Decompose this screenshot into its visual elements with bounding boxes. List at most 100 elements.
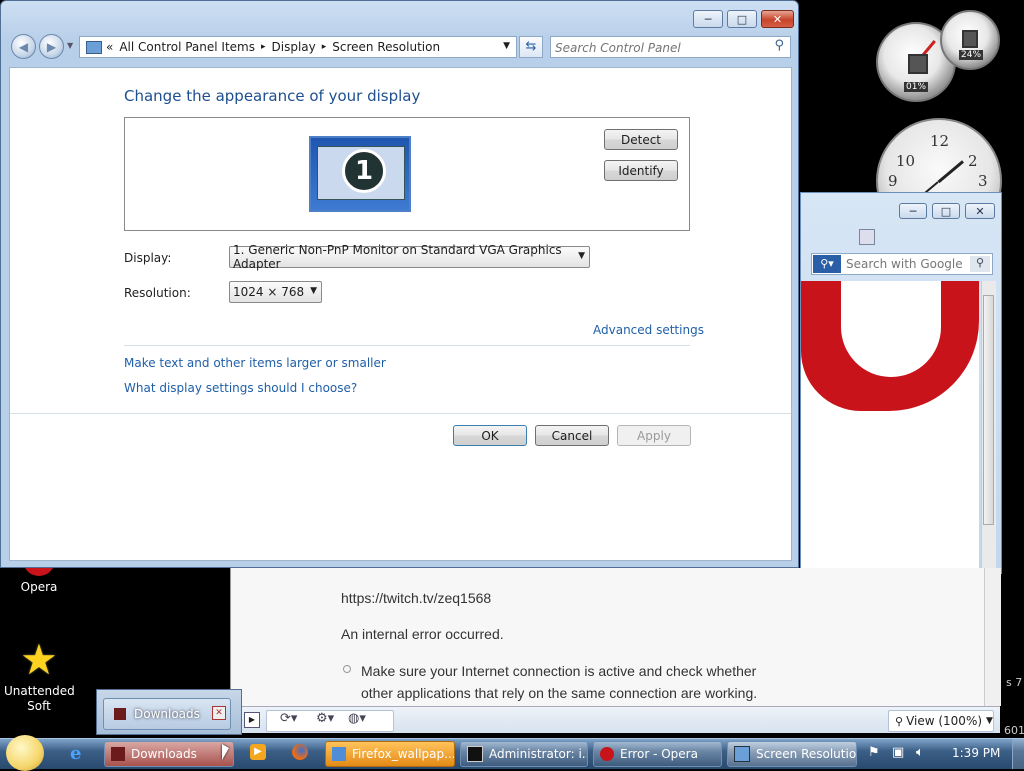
error-message: An internal error occurred. (341, 626, 504, 642)
monitor-preview-area: 1 Detect Identify (124, 117, 690, 231)
downloads-icon (114, 708, 126, 720)
chevron-down-icon: ▼ (310, 286, 317, 296)
search-icon[interactable]: ⚲ (970, 256, 990, 272)
display-help-link[interactable]: What display settings should I choose? (124, 381, 357, 395)
media-player-icon[interactable]: ▶ (250, 744, 266, 760)
back-button[interactable]: ◀ (11, 34, 36, 59)
opera-scrollbar[interactable] (981, 281, 996, 571)
panel-toggle-icon[interactable]: ▶ (244, 712, 260, 728)
opera-page (801, 281, 979, 571)
downloads-thumbnail-popup[interactable]: Downloads ✕ (96, 689, 242, 735)
taskbar-item-downloads[interactable]: Downloads (104, 741, 234, 767)
clock-number-2: 2 (968, 152, 978, 170)
taskbar-item-screen-resolution[interactable]: Screen Resolution (727, 741, 857, 767)
taskbar-item-opera[interactable]: Error - Opera (593, 741, 722, 767)
opera-search-placeholder: Search with Google (846, 257, 963, 271)
apply-button[interactable]: Apply (617, 425, 691, 446)
volume-muted-icon[interactable]: 🔈︎ (916, 745, 924, 760)
close-icon[interactable]: ✕ (212, 706, 226, 720)
desktop-icon-unattended-soft[interactable]: ★ Unattended Soft (4, 635, 75, 714)
downloads-icon (111, 747, 125, 761)
control-panel-icon (86, 40, 102, 54)
opera-logo-icon (600, 747, 614, 761)
opera-search-field[interactable]: ⚲▾ Search with Google ⚲ (811, 253, 993, 275)
recent-pages-icon[interactable]: ▼ (67, 41, 73, 50)
zoom-icon: ⚲ (895, 714, 904, 728)
address-bar[interactable]: « All Control Panel Items ▸ Display ▸ Sc… (79, 36, 517, 58)
cancel-button[interactable]: Cancel (535, 425, 609, 446)
search-icon[interactable]: ⚲ (774, 38, 784, 53)
advanced-settings-link[interactable]: Advanced settings (593, 323, 704, 337)
memory-meter-gadget[interactable]: 24% (940, 10, 1000, 70)
resolution-label: Resolution: (124, 286, 191, 300)
divider (124, 345, 690, 346)
opera-close-button[interactable]: ✕ (965, 203, 995, 219)
clock-hand-hour-icon (937, 160, 964, 184)
opera-tab-icon[interactable] (859, 229, 875, 245)
opera-logo-inner (841, 281, 941, 377)
downloads-popup-inner: Downloads ✕ (103, 698, 231, 730)
chevron-down-icon: ▼ (578, 251, 585, 261)
opera-minimize-button[interactable]: ─ (899, 203, 927, 219)
minimize-button[interactable]: ─ (693, 10, 723, 28)
sync-icon[interactable]: ⟳▾ (280, 711, 297, 726)
memory-chip-icon (962, 30, 978, 48)
search-engine-icon[interactable]: ⚲▾ (813, 255, 841, 273)
memory-percent: 24% (959, 50, 984, 60)
monitor-1-icon[interactable]: 1 (309, 136, 411, 212)
turbo-icon[interactable]: ◍▾ (348, 711, 366, 726)
address-prefix[interactable]: « (106, 40, 113, 54)
monitor-number-circle: 1 (342, 149, 386, 193)
search-control-panel[interactable]: ⚲ (550, 36, 791, 58)
downloads-popup-label: Downloads (134, 707, 200, 721)
breadcrumb-display[interactable]: Display (272, 40, 316, 54)
firefox-icon[interactable] (292, 744, 308, 760)
start-button[interactable] (6, 735, 44, 771)
breadcrumb-separator[interactable]: ▸ (322, 42, 327, 52)
breadcrumb-separator[interactable]: ▸ (261, 42, 266, 52)
clock-number-3: 3 (978, 172, 988, 190)
ok-button[interactable]: OK (453, 425, 527, 446)
desktop-icon-label: Opera (20, 580, 58, 594)
mouse-cursor-icon (222, 744, 229, 760)
opera-maximize-button[interactable]: □ (932, 203, 960, 219)
display-select[interactable]: 1. Generic Non-PnP Monitor on Standard V… (229, 243, 590, 271)
edge-text-1: s 7 (1006, 676, 1023, 689)
resolution-value: 1024 × 768 (233, 285, 305, 299)
command-prompt-icon (467, 746, 483, 762)
address-dropdown-icon[interactable]: ▼ (503, 41, 510, 51)
chevron-down-icon: ▼ (986, 716, 993, 726)
maximize-button[interactable]: □ (727, 10, 757, 28)
monitor-screen-window: 1 (317, 146, 405, 200)
taskbar-clock[interactable]: 1:39 PM (952, 746, 1000, 760)
breadcrumb-all-items[interactable]: All Control Panel Items (119, 40, 255, 54)
monitor-number: 1 (354, 156, 374, 186)
edge-text-2: 601 (1004, 724, 1024, 737)
forward-button[interactable]: ▶ (39, 34, 64, 59)
close-button[interactable]: ✕ (761, 10, 794, 28)
zoom-control[interactable]: ⚲ View (100%) ▼ (888, 710, 994, 732)
search-input[interactable] (553, 38, 767, 57)
internet-explorer-icon[interactable]: e (70, 743, 81, 764)
zoom-label: View (100%) (906, 714, 983, 728)
taskbar-item-label: Screen Resolution (756, 747, 857, 761)
refresh-button[interactable]: ⇆ (519, 36, 543, 58)
bullet-icon (343, 665, 351, 673)
identify-button[interactable]: Identify (604, 160, 678, 181)
scrollbar-thumb[interactable] (983, 295, 994, 525)
unite-icon[interactable]: ⚙▾ (316, 711, 334, 726)
taskbar-item-administrator[interactable]: Administrator: i... (460, 741, 588, 767)
show-desktop-button[interactable] (1012, 739, 1024, 769)
breadcrumb-screen-resolution[interactable]: Screen Resolution (332, 40, 440, 54)
error-url[interactable]: https://twitch.tv/zeq1568 (341, 590, 491, 606)
cpu-percent: 01% (904, 82, 929, 92)
bottom-divider (10, 413, 791, 414)
action-center-flag-icon[interactable]: ⚑ (868, 745, 880, 760)
star-icon: ★ (20, 635, 58, 684)
resolution-select[interactable]: 1024 × 768 ▼ (229, 281, 322, 303)
desktop-icon-label: Unattended Soft (4, 684, 75, 713)
taskbar-item-firefox-wallpaper[interactable]: Firefox_wallpap... (325, 741, 455, 767)
text-size-link[interactable]: Make text and other items larger or smal… (124, 356, 386, 370)
network-icon[interactable]: ▣ (892, 745, 904, 760)
detect-button[interactable]: Detect (604, 129, 678, 150)
